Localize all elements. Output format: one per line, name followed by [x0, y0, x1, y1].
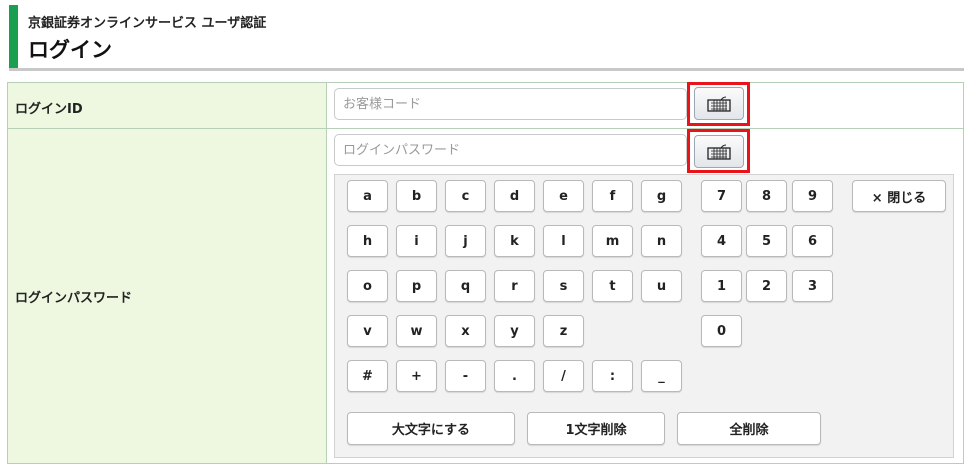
key-button[interactable]: i: [396, 225, 437, 257]
password-label: ログインパスワード: [15, 291, 133, 306]
login-id-label-cell: ログインID: [8, 83, 327, 128]
key-button[interactable]: :: [592, 360, 633, 392]
number-key-button[interactable]: 5: [746, 225, 787, 257]
key-button[interactable]: v: [347, 315, 388, 347]
password-keyboard-button[interactable]: [694, 135, 744, 168]
number-key-button[interactable]: 2: [746, 270, 787, 302]
delete-all-button[interactable]: 全削除: [677, 412, 821, 445]
delete-one-char-button[interactable]: 1文字削除: [527, 412, 665, 445]
key-button[interactable]: -: [445, 360, 486, 392]
key-button[interactable]: k: [494, 225, 535, 257]
number-key-button[interactable]: 6: [792, 225, 833, 257]
login-id-keyboard-button[interactable]: [694, 87, 744, 120]
number-key-button[interactable]: 3: [792, 270, 833, 302]
service-name: 京銀証券オンラインサービス ユーザ認証: [28, 16, 267, 31]
number-key-button[interactable]: 9: [792, 180, 833, 212]
key-button[interactable]: z: [543, 315, 584, 347]
password-input[interactable]: [334, 134, 687, 166]
key-button[interactable]: t: [592, 270, 633, 302]
key-button[interactable]: w: [396, 315, 437, 347]
page-header: 京銀証券オンラインサービス ユーザ認証 ログイン: [9, 5, 964, 68]
number-key-button[interactable]: 0: [701, 315, 742, 347]
key-button[interactable]: f: [592, 180, 633, 212]
key-button[interactable]: n: [641, 225, 682, 257]
keyboard-icon: [707, 144, 731, 160]
key-button[interactable]: e: [543, 180, 584, 212]
password-label-cell: ログインパスワード: [8, 129, 327, 463]
header-divider: [9, 68, 964, 71]
close-keyboard-button[interactable]: × 閉じる: [852, 180, 946, 212]
number-key-button[interactable]: 8: [746, 180, 787, 212]
uppercase-button[interactable]: 大文字にする: [347, 412, 515, 445]
number-key-button[interactable]: 7: [701, 180, 742, 212]
key-button[interactable]: u: [641, 270, 682, 302]
key-button[interactable]: d: [494, 180, 535, 212]
key-button[interactable]: h: [347, 225, 388, 257]
key-button[interactable]: g: [641, 180, 682, 212]
keyboard-icon: [707, 96, 731, 112]
key-button[interactable]: j: [445, 225, 486, 257]
key-button[interactable]: q: [445, 270, 486, 302]
key-button[interactable]: m: [592, 225, 633, 257]
key-button[interactable]: _: [641, 360, 682, 392]
key-button[interactable]: s: [543, 270, 584, 302]
key-button[interactable]: +: [396, 360, 437, 392]
key-button[interactable]: p: [396, 270, 437, 302]
key-button[interactable]: b: [396, 180, 437, 212]
key-button[interactable]: #: [347, 360, 388, 392]
key-button[interactable]: l: [543, 225, 584, 257]
key-button[interactable]: c: [445, 180, 486, 212]
page-title: ログイン: [28, 38, 112, 62]
key-button[interactable]: a: [347, 180, 388, 212]
number-key-button[interactable]: 4: [701, 225, 742, 257]
key-button[interactable]: /: [543, 360, 584, 392]
key-button[interactable]: .: [494, 360, 535, 392]
login-id-label: ログインID: [15, 102, 83, 117]
key-button[interactable]: y: [494, 315, 535, 347]
number-key-button[interactable]: 1: [701, 270, 742, 302]
key-button[interactable]: o: [347, 270, 388, 302]
key-button[interactable]: r: [494, 270, 535, 302]
login-id-input[interactable]: [334, 88, 687, 120]
key-button[interactable]: x: [445, 315, 486, 347]
